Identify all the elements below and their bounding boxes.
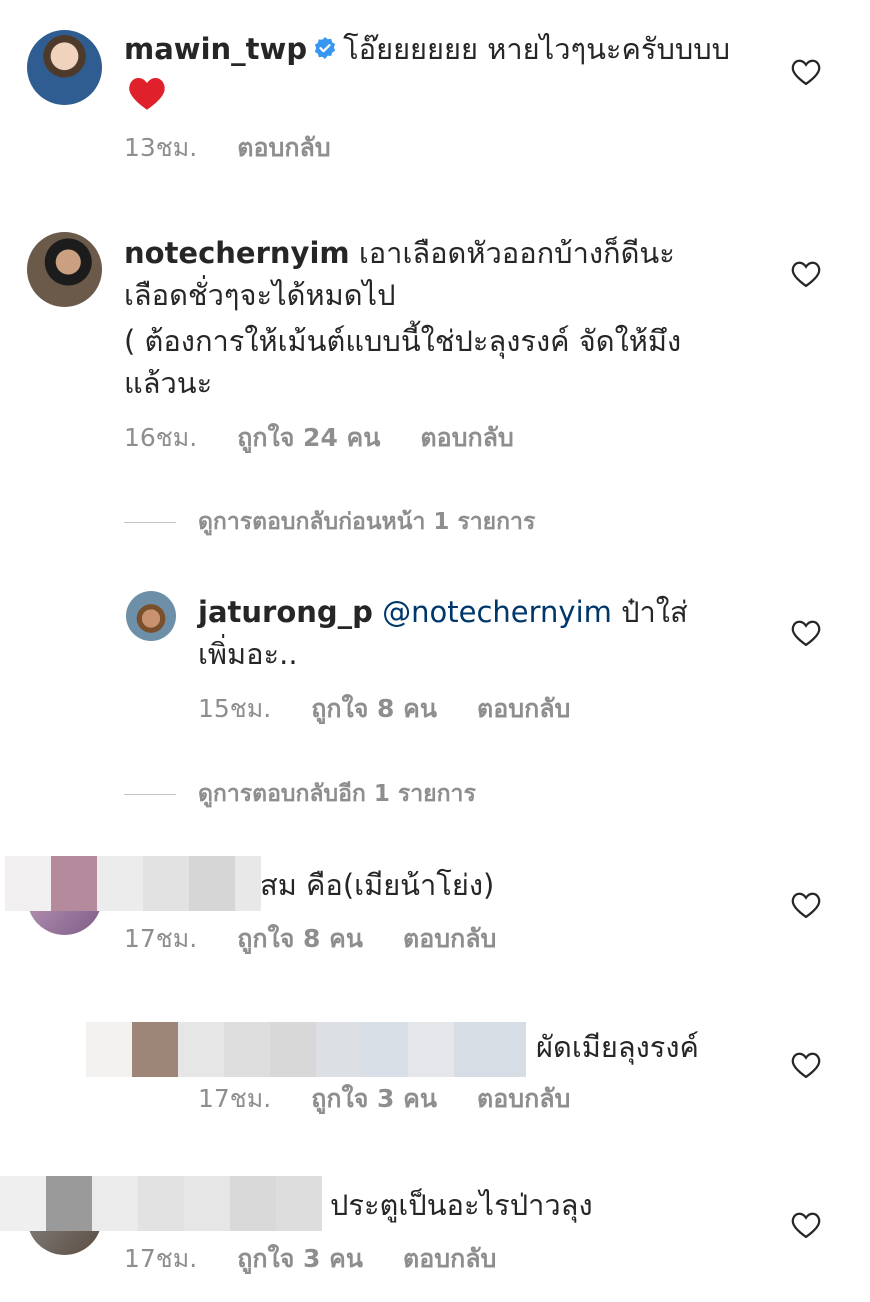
comment-text: สม คือ(เมียน้าโย่ง) [260,868,495,902]
comment-text: ผัดเมียลุงรงค์ [536,1030,699,1064]
reply-button[interactable]: ตอบกลับ [477,1084,570,1113]
comment-text-line1: เอาเลือดหัวออกบ้างก็ดีนะ [358,236,675,270]
view-more-label: ดูการตอบกลับอีก 1 รายการ [198,781,476,807]
heart-icon[interactable] [791,891,821,919]
avatar[interactable] [126,591,176,641]
reply-button[interactable]: ตอบกลับ [237,133,330,162]
redacted-username [0,1176,322,1231]
comment-text: ประตูเป็นอะไรป่าวลุง [330,1188,593,1222]
comment-meta: 16ชม. ถูกใจ 24 คน ตอบกลับ [124,422,554,454]
likes-count[interactable]: ถูกใจ 8 คน [237,924,363,953]
comment-text-line2: เพิ่มอะ.. [198,637,298,671]
comment-text-line3: ( ต้องการให้เม้นต์แบบนี้ใช่ปะลุงรงค์ จัด… [124,324,682,358]
reply-button[interactable]: ตอบกลับ [403,1244,496,1273]
heart-icon[interactable] [791,260,821,288]
timestamp: 17ชม. [124,924,198,953]
avatar[interactable] [27,232,102,307]
timestamp: 13ชม. [124,133,198,162]
heart-icon[interactable] [791,619,821,647]
red-heart-icon [129,77,165,110]
timestamp: 15ชม. [198,694,272,723]
redacted-username [86,1022,526,1077]
view-more-replies-button[interactable]: ดูการตอบกลับอีก 1 รายการ [124,778,476,810]
likes-count[interactable]: ถูกใจ 24 คน [237,423,380,452]
divider [124,522,176,523]
timestamp: 16ชม. [124,423,198,452]
reply-button[interactable]: ตอบกลับ [403,924,496,953]
comment-text: โอ๊ยยยยยย หายไวๆนะครับบบบ [343,32,731,66]
verified-badge-icon [314,37,336,59]
comment-meta: 17ชม. ถูกใจ 3 คน ตอบกลับ [198,1083,610,1115]
heart-icon[interactable] [791,1051,821,1079]
likes-count[interactable]: ถูกใจ 8 คน [311,694,437,723]
heart-icon[interactable] [791,1211,821,1239]
username[interactable]: jaturong_p [198,595,373,629]
redacted-username [5,856,261,911]
comment-body: notechernyim เอาเลือดหัวออกบ้างก็ดีนะ เล… [124,232,744,404]
avatar[interactable] [27,30,102,105]
likes-count[interactable]: ถูกใจ 3 คน [311,1084,437,1113]
username[interactable]: mawin_twp [124,32,307,66]
comment-meta: 15ชม. ถูกใจ 8 คน ตอบกลับ [198,693,610,725]
comment-meta: 13ชม. ตอบกลับ [124,132,371,164]
comment-meta: 17ชม. ถูกใจ 3 คน ตอบกลับ [124,1243,536,1275]
comment-text-line2: เลือดชั่วๆจะได้หมดไป [124,278,396,312]
view-previous-replies-button[interactable]: ดูการตอบกลับก่อนหน้า 1 รายการ [124,506,535,538]
comment-body: jaturong_p @notechernyim ป๋าใส่ เพิ่มอะ.… [198,591,738,675]
view-previous-label: ดูการตอบกลับก่อนหน้า 1 รายการ [198,509,536,535]
comment-text-line4: แล้วนะ [124,366,213,400]
timestamp: 17ชม. [198,1084,272,1113]
comment-meta: 17ชม. ถูกใจ 8 คน ตอบกลับ [124,923,536,955]
heart-icon[interactable] [791,58,821,86]
comment-body: mawin_twp โอ๊ยยยยยย หายไวๆนะครับบบบ [124,28,734,112]
likes-count[interactable]: ถูกใจ 3 คน [237,1244,363,1273]
reply-button[interactable]: ตอบกลับ [420,423,513,452]
mention-link[interactable]: @notechernyim [382,595,612,629]
divider [124,794,176,795]
timestamp: 17ชม. [124,1244,198,1273]
reply-button[interactable]: ตอบกลับ [477,694,570,723]
username[interactable]: notechernyim [124,236,350,270]
comment-text: ป๋าใส่ [621,595,688,629]
